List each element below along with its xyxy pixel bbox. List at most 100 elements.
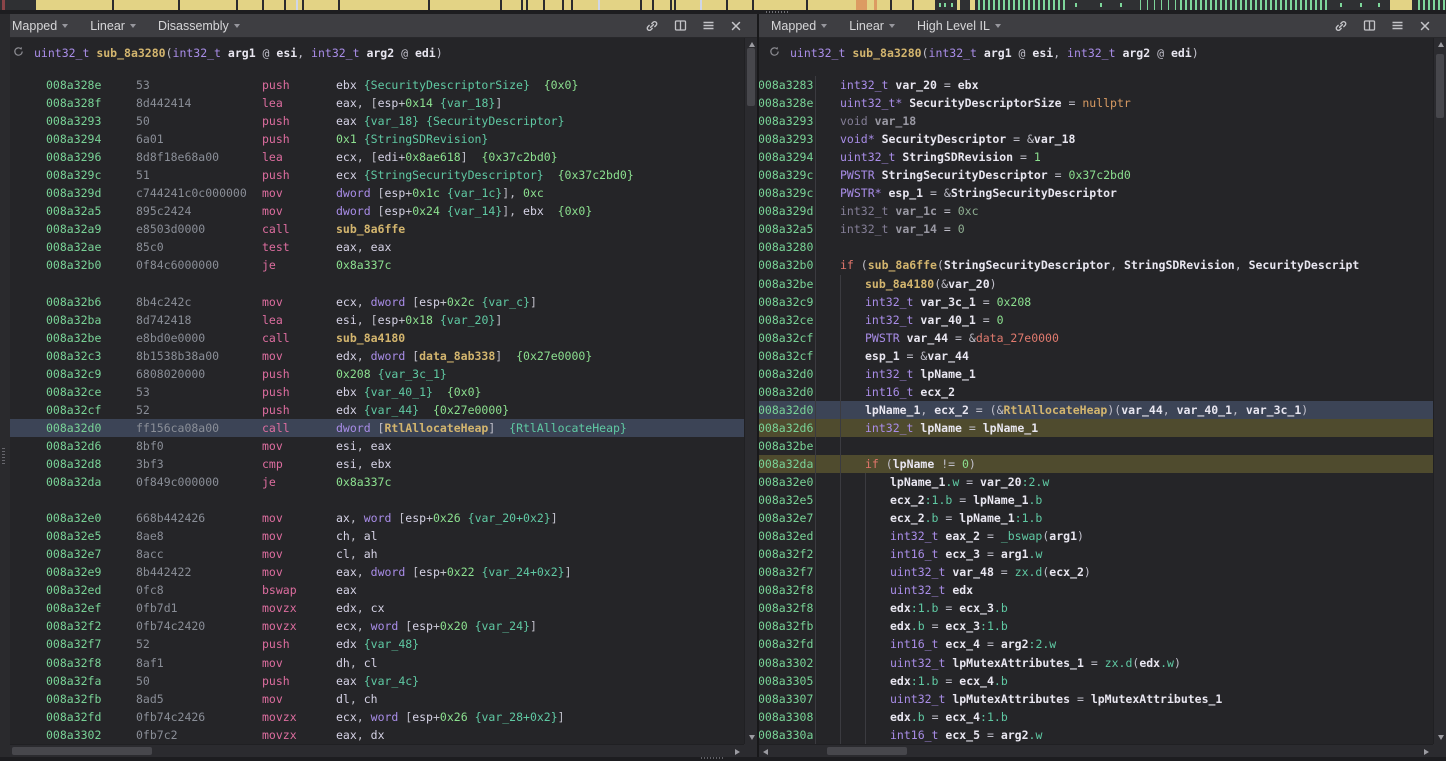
hlil-row[interactable]: 008a32d0int32_t lpName_1: [759, 365, 1433, 383]
link-icon[interactable]: [1334, 19, 1348, 33]
hlil-row[interactable]: 008a32ceint32_t var_40_1 = 0: [759, 311, 1433, 329]
hlil-row[interactable]: 008a32f7uint32_t var_48 = zx.d(ecx_2): [759, 563, 1433, 581]
hlil-row[interactable]: 008a329dint32_t var_1c = 0xc: [759, 202, 1433, 220]
disasm-row[interactable]: 008a32f20fb74c2420movzxecx, word [esp+0x…: [0, 617, 744, 635]
disasm-row[interactable]: 008a32f88af1movdh, cl: [0, 654, 744, 672]
close-icon[interactable]: [1419, 20, 1431, 32]
split-pane-icon[interactable]: [1363, 19, 1376, 32]
function-signature-row[interactable]: uint32_t sub_8a3280(int32_t arg1 @ esi, …: [0, 44, 744, 62]
scroll-down-button[interactable]: [1434, 731, 1446, 744]
disassembly-horizontal-scrollbar[interactable]: [0, 744, 744, 757]
disasm-row[interactable]: 008a329dc744241c0c000000movdword [esp+0x…: [0, 184, 744, 202]
feature-map-resize-grip[interactable]: [766, 11, 788, 13]
hlil-row[interactable]: 008a32d0int16_t ecx_2: [759, 383, 1433, 401]
disasm-row[interactable]: 008a32d68bf0movesi, eax: [0, 437, 744, 455]
hlil-row[interactable]: 008a32e5ecx_2:1.b = lpName_1.b: [759, 491, 1433, 509]
disasm-row[interactable]: [0, 275, 744, 293]
disasm-row[interactable]: 008a32cf52pushedx {var_44} {0x27e0000}: [0, 401, 744, 419]
hlil-row[interactable]: 008a32besub_8a4180(&var_20): [759, 275, 1433, 293]
disasm-row[interactable]: 008a32b00f84c6000000je0x8a337c: [0, 256, 744, 274]
scroll-down-button[interactable]: [745, 731, 758, 744]
disasm-row[interactable]: ▲008a32d0ff156ca08a00calldword [RtlAlloc…: [0, 419, 744, 437]
menu-icon[interactable]: [702, 19, 715, 32]
hlil-row[interactable]: 008a32c9int32_t var_3c_1 = 0x208: [759, 293, 1433, 311]
disasm-row[interactable]: 008a329c51pushecx {StringSecurityDescrip…: [0, 166, 744, 184]
disasm-row[interactable]: 008a328e53pushebx {SecurityDescriptorSiz…: [0, 76, 744, 94]
scroll-left-button[interactable]: [759, 745, 772, 758]
hlil-row[interactable]: 008a328euint32_t* SecurityDescriptorSize…: [759, 94, 1433, 112]
hlil-row[interactable]: 008a32cfPWSTR var_44 = &data_27e0000: [759, 329, 1433, 347]
link-icon[interactable]: [645, 19, 659, 33]
hlil-row[interactable]: 008a329cPWSTR* esp_1 = &StringSecurityDe…: [759, 184, 1433, 202]
hlil-vertical-scrollbar[interactable]: [1433, 38, 1446, 744]
view-type-dropdown[interactable]: Disassembly: [158, 19, 240, 33]
disasm-row[interactable]: 008a32a9e8503d0000callsub_8a6ffe: [0, 220, 744, 238]
hlil-row[interactable]: 008a3280: [759, 238, 1433, 256]
view-type-dropdown[interactable]: High Level IL: [917, 19, 1001, 33]
horizontal-scrollbar-thumb[interactable]: [827, 747, 907, 755]
disasm-row[interactable]: [0, 491, 744, 509]
hlil-horizontal-scrollbar[interactable]: [759, 744, 1433, 757]
hlil-row[interactable]: 008a3305edx:1.b = ecx_4.b: [759, 672, 1433, 690]
hlil-row[interactable]: 008a3308edx.b = ecx_4:1.b: [759, 708, 1433, 726]
disasm-row[interactable]: 008a32e78accmovcl, ah: [0, 545, 744, 563]
menu-icon[interactable]: [1391, 19, 1404, 32]
disassembly-vertical-scrollbar[interactable]: [744, 38, 757, 744]
disasm-row[interactable]: 008a32e0668b442426movax, word [esp+0x26 …: [0, 509, 744, 527]
disasm-row[interactable]: 008a32d83bf3cmpesi, ebx: [0, 455, 744, 473]
hlil-row[interactable]: 008a32fdint16_t ecx_4 = arg2:2.w: [759, 635, 1433, 653]
hlil-row[interactable]: 008a32f8uint32_t edx: [759, 581, 1433, 599]
disasm-row[interactable]: 008a32ba8d742418leaesi, [esp+0x18 {var_2…: [0, 311, 744, 329]
disasm-row[interactable]: 008a32ce53pushebx {var_40_1} {0x0}: [0, 383, 744, 401]
scroll-up-button[interactable]: [1434, 38, 1446, 51]
hlil-row[interactable]: 008a32cfesp_1 = &var_44: [759, 347, 1433, 365]
hlil-row[interactable]: 008a3283int32_t var_20 = ebx: [759, 76, 1433, 94]
disasm-row[interactable]: 008a32c96808020000push0x208 {var_3c_1}: [0, 365, 744, 383]
hlil-row[interactable]: 008a32b0if (sub_8a6ffe(StringSecurityDes…: [759, 256, 1433, 274]
mapping-mode-dropdown[interactable]: Mapped: [12, 19, 68, 33]
layout-mode-dropdown[interactable]: Linear: [90, 19, 136, 33]
hlil-row[interactable]: 008a329cPWSTR StringSecurityDescriptor =…: [759, 166, 1433, 184]
scroll-right-button[interactable]: [731, 745, 744, 758]
split-pane-icon[interactable]: [674, 19, 687, 32]
hlil-row[interactable]: 008a32f2int16_t ecx_3 = arg1.w: [759, 545, 1433, 563]
mapping-mode-dropdown[interactable]: Mapped: [771, 19, 827, 33]
close-icon[interactable]: [730, 20, 742, 32]
hlil-row[interactable]: 008a330aint16_t ecx_5 = arg2.w: [759, 726, 1433, 744]
disasm-row[interactable]: 008a32fa50pusheax {var_4c}: [0, 672, 744, 690]
splitter-grip[interactable]: [2, 446, 5, 464]
vertical-scrollbar-thumb[interactable]: [1436, 54, 1444, 118]
disasm-row[interactable]: 008a32a5895c2424movdword [esp+0x24 {var_…: [0, 202, 744, 220]
hlil-row[interactable]: 008a32edint32_t eax_2 = _bswap(arg1): [759, 527, 1433, 545]
vertical-scrollbar-thumb[interactable]: [747, 48, 755, 106]
hlil-row[interactable]: 008a3307uint32_t lpMutexAttributes = lpM…: [759, 690, 1433, 708]
disasm-row[interactable]: 008a32e98b442422moveax, dword [esp+0x22 …: [0, 563, 744, 581]
disasm-row[interactable]: 008a328f8d442414leaeax, [esp+0x14 {var_1…: [0, 94, 744, 112]
disasm-row[interactable]: 008a32ed0fc8bswapeax: [0, 581, 744, 599]
disasm-row[interactable]: 008a32e58ae8movch, al: [0, 527, 744, 545]
hlil-row[interactable]: 008a32e0lpName_1.w = var_20:2.w: [759, 473, 1433, 491]
disasm-row[interactable]: 008a32f752pushedx {var_48}: [0, 635, 744, 653]
hlil-row[interactable]: 008a3293void* SecurityDescriptor = &var_…: [759, 130, 1433, 148]
disasm-row[interactable]: 008a32ef0fb7d1movzxedx, cx: [0, 599, 744, 617]
hlil-row[interactable]: 008a32e7ecx_2.b = lpName_1:1.b: [759, 509, 1433, 527]
hlil-row[interactable]: 008a32d6int32_t lpName = lpName_1: [759, 419, 1433, 437]
horizontal-scrollbar-thumb[interactable]: [12, 747, 152, 755]
disasm-row[interactable]: 008a32b68b4c242cmovecx, dword [esp+0x2c …: [0, 293, 744, 311]
hlil-row[interactable]: 008a3293void var_18: [759, 112, 1433, 130]
hlil-row[interactable]: 008a32f8edx:1.b = ecx_3.b: [759, 599, 1433, 617]
feature-map[interactable]: [0, 0, 1446, 10]
hlil-row[interactable]: 008a32a5int32_t var_14 = 0: [759, 220, 1433, 238]
hlil-row[interactable]: 008a3294uint32_t StringSDRevision = 1: [759, 148, 1433, 166]
disasm-row[interactable]: 008a32968d8f18e68a00leaecx, [edi+0x8ae61…: [0, 148, 744, 166]
hlil-row[interactable]: 008a32daif (lpName != 0): [759, 455, 1433, 473]
pane-splitter-grip[interactable]: [701, 757, 725, 759]
disasm-row[interactable]: 008a32bee8bd0e0000callsub_8a4180: [0, 329, 744, 347]
hlil-row[interactable]: 008a32be: [759, 437, 1433, 455]
disasm-row[interactable]: 008a32946a01push0x1 {StringSDRevision}: [0, 130, 744, 148]
disasm-row[interactable]: 008a329350pusheax {var_18} {SecurityDesc…: [0, 112, 744, 130]
disasm-row[interactable]: 008a32fd0fb74c2426movzxecx, word [esp+0x…: [0, 708, 744, 726]
hlil-row[interactable]: 008a3302uint32_t lpMutexAttributes_1 = z…: [759, 654, 1433, 672]
disasm-row[interactable]: 008a32da0f849c000000je0x8a337c: [0, 473, 744, 491]
function-signature-row[interactable]: uint32_t sub_8a3280(int32_t arg1 @ esi, …: [759, 44, 1433, 62]
